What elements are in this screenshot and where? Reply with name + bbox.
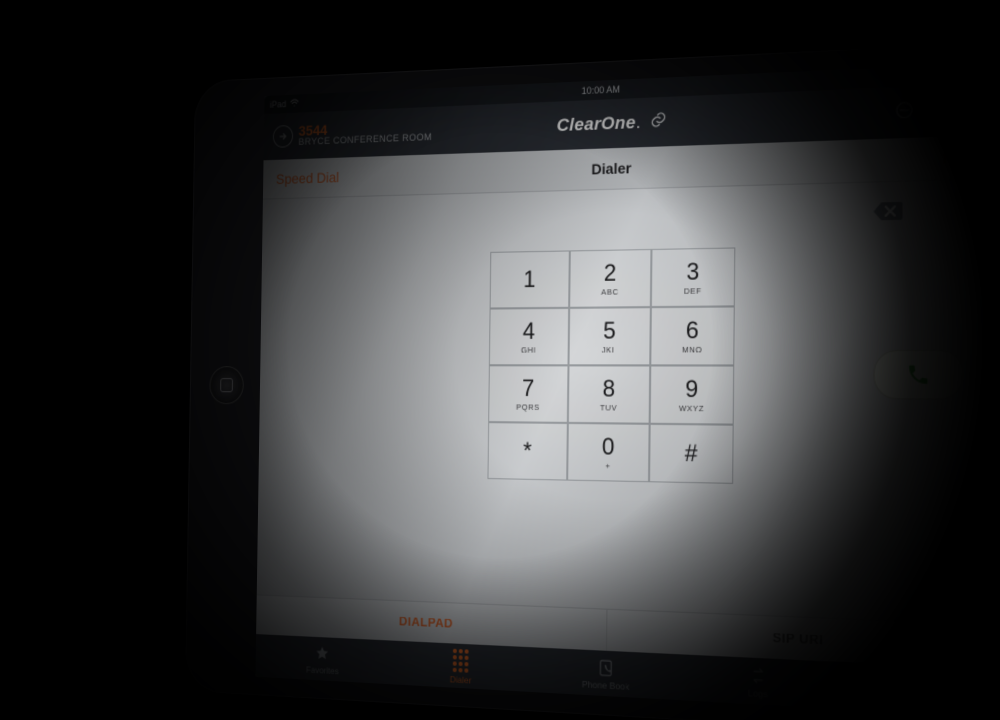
key-letters: +	[605, 460, 610, 470]
key-digit: 8	[602, 377, 615, 401]
tab-settings[interactable]: Settings	[837, 662, 1000, 718]
clock: 10:00 AM	[581, 84, 620, 96]
battery-pct: 100%	[948, 68, 974, 80]
key-1[interactable]: 1	[490, 250, 570, 308]
phonebook-icon	[596, 658, 615, 678]
gear-icon	[908, 673, 929, 695]
key-digit: 0	[602, 435, 615, 459]
key-0[interactable]: 0+	[567, 423, 649, 482]
key-digit: 4	[523, 319, 535, 342]
tablet-device: iPad 10:00 AM ✻ 100%	[185, 41, 1000, 720]
key-2[interactable]: 2 ABC	[569, 249, 651, 308]
link-icon	[649, 109, 668, 134]
key-digit: *	[523, 439, 532, 462]
key-letters: JKL	[602, 344, 617, 354]
key-4[interactable]: 4 GHI	[489, 308, 569, 366]
key-letters: GHI	[521, 345, 536, 355]
brand-text: ClearOne	[557, 112, 636, 135]
key-digit: 1	[523, 268, 535, 291]
tab-label: Phone Book	[582, 679, 630, 692]
wifi-icon	[290, 98, 299, 109]
key-letters: TUV	[600, 402, 617, 412]
number-display	[262, 179, 1000, 248]
key-digit: 2	[604, 261, 617, 285]
key-8[interactable]: 8TUV	[568, 365, 650, 423]
key-digit: 5	[603, 319, 616, 343]
bluetooth-icon: ✻	[935, 69, 944, 82]
microphone-icon[interactable]	[970, 95, 993, 124]
room-name: BRYCE CONFERENCE ROOM	[298, 133, 432, 148]
key-letters: ABC	[601, 287, 619, 297]
brand-dot: .	[636, 112, 641, 133]
brand-logo: ClearOne.	[557, 109, 668, 138]
page-title: Dialer	[591, 159, 631, 177]
backspace-button[interactable]	[872, 200, 903, 223]
key-letters: PQRS	[516, 402, 540, 412]
tab-label: Settings	[900, 695, 935, 708]
call-button[interactable]	[873, 350, 964, 400]
battery-indicator: 100%	[948, 67, 997, 80]
key-5[interactable]: 5JKL	[569, 307, 651, 365]
key-digit: 7	[522, 376, 534, 399]
key-7[interactable]: 7 PQRS	[488, 365, 568, 423]
dnd-icon[interactable]	[893, 98, 916, 127]
speaker-icon[interactable]	[931, 96, 954, 125]
redial-link[interactable]: Redial	[943, 148, 988, 167]
